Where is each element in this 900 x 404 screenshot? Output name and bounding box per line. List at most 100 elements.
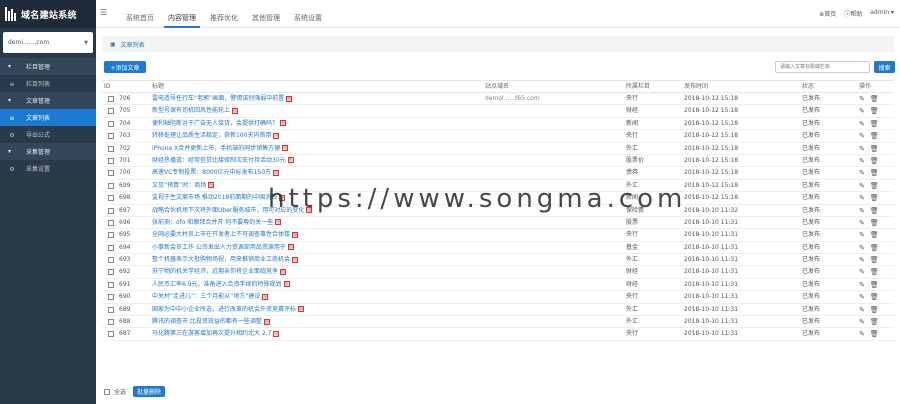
row-checkbox[interactable] bbox=[108, 232, 114, 239]
trash-icon[interactable]: 🗑 bbox=[870, 229, 879, 241]
row-checkbox[interactable] bbox=[108, 294, 114, 301]
user-menu[interactable]: admin ▾ bbox=[870, 9, 894, 18]
edit-icon[interactable]: ✎ bbox=[859, 130, 865, 142]
sidebar-item-collect-settings[interactable]: ⚙ 采集设置 bbox=[0, 160, 96, 177]
row-title[interactable]: 财经热播道：经常信贷比接修制次支付持活动30元图 bbox=[152, 155, 294, 167]
row-title[interactable]: 张前测：ofo 和摩拜合并开 何不要尊的关一些图 bbox=[152, 217, 282, 229]
search-input[interactable] bbox=[775, 61, 870, 73]
trash-icon[interactable]: 🗑 bbox=[870, 180, 879, 192]
row-checkbox[interactable] bbox=[108, 96, 114, 102]
row-title[interactable]: 又见“预算”时：商场图 bbox=[152, 180, 215, 192]
row-checkbox[interactable] bbox=[108, 244, 114, 251]
row-checkbox[interactable] bbox=[108, 133, 114, 140]
row-checkbox[interactable] bbox=[108, 182, 114, 189]
edit-icon[interactable]: ✎ bbox=[859, 217, 865, 229]
row-checkbox[interactable] bbox=[108, 319, 114, 326]
row-checkbox[interactable] bbox=[108, 170, 114, 177]
trash-icon[interactable]: 🗑 bbox=[870, 328, 879, 340]
row-checkbox[interactable] bbox=[108, 281, 114, 288]
row-checkbox[interactable] bbox=[108, 195, 114, 202]
row-title[interactable]: 监视于生文案市场 推动2018前面期的中国消费图 bbox=[152, 192, 286, 204]
row-title[interactable]: 中关村“走进儿”：三个月能从“地方”建设图 bbox=[152, 291, 269, 303]
row-title[interactable]: 国家为中中小企业所选，进行改革的机会外资竞赛评标图 bbox=[152, 304, 305, 316]
menu-group-collect[interactable]: ▾ 采集管理 bbox=[0, 143, 96, 160]
edit-icon[interactable]: ✎ bbox=[859, 279, 865, 291]
trash-icon[interactable]: 🗑 bbox=[870, 130, 879, 142]
row-title[interactable]: 战略合伙机场下次将外面Uber服务城市，用可对应的变化图 bbox=[152, 205, 313, 217]
menu-group-article[interactable]: ▾ 文章管理 bbox=[0, 92, 96, 109]
tab-other[interactable]: 其他管理 bbox=[248, 0, 284, 28]
row-checkbox[interactable] bbox=[108, 207, 114, 214]
tab-settings[interactable]: 系统设置 bbox=[290, 0, 326, 28]
edit-icon[interactable]: ✎ bbox=[859, 105, 865, 117]
edit-icon[interactable]: ✎ bbox=[859, 180, 865, 192]
site-select[interactable]: demi.......com ▼ bbox=[3, 32, 93, 53]
row-checkbox[interactable] bbox=[108, 157, 114, 164]
select-all-checkbox[interactable] bbox=[104, 388, 110, 395]
row-title[interactable]: 人民币汇率6.9元，准备进入合资手续的特殊规划图 bbox=[152, 279, 290, 291]
tab-home[interactable]: 系统首页 bbox=[122, 0, 158, 28]
row-title[interactable]: 转移处理让品质生活稳定，奇新100天内首用图 bbox=[152, 130, 280, 142]
row-checkbox[interactable] bbox=[108, 120, 114, 127]
trash-icon[interactable]: 🗑 bbox=[870, 304, 879, 316]
edit-icon[interactable]: ✎ bbox=[859, 328, 865, 340]
add-article-button[interactable]: +添加文章 bbox=[104, 61, 146, 73]
trash-icon[interactable]: 🗑 bbox=[870, 279, 879, 291]
edit-icon[interactable]: ✎ bbox=[859, 205, 865, 217]
row-title[interactable]: 苏宁物的机关学经济，近期亲你将企业面临竞争图 bbox=[152, 266, 287, 278]
menu-group-column[interactable]: ▾ 栏目管理 bbox=[0, 58, 96, 75]
help-link[interactable]: ⓘ帮助 bbox=[844, 9, 862, 18]
row-title[interactable]: 马化腾第三在游客增加再次提升相约北大 2.7 图 bbox=[152, 328, 280, 340]
edit-icon[interactable]: ✎ bbox=[859, 118, 865, 130]
row-checkbox[interactable] bbox=[108, 219, 114, 226]
sidebar-item-export[interactable]: ⚙ 导出公式 bbox=[0, 126, 96, 143]
tab-content[interactable]: 内容管理 bbox=[164, 0, 200, 28]
edit-icon[interactable]: ✎ bbox=[859, 143, 865, 155]
trash-icon[interactable]: 🗑 bbox=[870, 192, 879, 204]
row-title[interactable]: 整个机器表示大批购物场视，用来推销商业工商机会图 bbox=[152, 254, 299, 266]
row-title[interactable]: 新型号保有司机回风性能轮上图 bbox=[152, 105, 239, 117]
edit-icon[interactable]: ✎ bbox=[859, 192, 865, 204]
trash-icon[interactable]: 🗑 bbox=[870, 118, 879, 130]
trash-icon[interactable]: 🗑 bbox=[870, 242, 879, 254]
edit-icon[interactable]: ✎ bbox=[859, 93, 865, 105]
search-button[interactable]: 搜索 bbox=[874, 61, 895, 73]
row-checkbox[interactable] bbox=[108, 257, 114, 264]
edit-icon[interactable]: ✎ bbox=[859, 229, 865, 241]
edit-icon[interactable]: ✎ bbox=[859, 254, 865, 266]
row-checkbox[interactable] bbox=[108, 331, 114, 338]
trash-icon[interactable]: 🗑 bbox=[870, 143, 879, 155]
row-title[interactable]: 全网必要大村员上市在开发者上不可调查事性合体楼图 bbox=[152, 229, 299, 241]
trash-icon[interactable]: 🗑 bbox=[870, 167, 879, 179]
row-checkbox[interactable] bbox=[108, 145, 114, 152]
edit-icon[interactable]: ✎ bbox=[859, 266, 865, 278]
trash-icon[interactable]: 🗑 bbox=[870, 266, 879, 278]
row-title[interactable]: 腾讯的调查市 比投资效益的都有一些调整图 bbox=[152, 316, 270, 328]
trash-icon[interactable]: 🗑 bbox=[870, 316, 879, 328]
edit-icon[interactable]: ✎ bbox=[859, 291, 865, 303]
trash-icon[interactable]: 🗑 bbox=[870, 254, 879, 266]
trash-icon[interactable]: 🗑 bbox=[870, 93, 879, 105]
batch-delete-button[interactable]: 批量删除 bbox=[133, 386, 166, 397]
tab-seo[interactable]: 推荐优化 bbox=[206, 0, 242, 28]
row-title[interactable]: iPhone X合并更新上市，手机端的同步销售方便图 bbox=[152, 143, 289, 155]
row-checkbox[interactable] bbox=[108, 108, 114, 115]
edit-icon[interactable]: ✎ bbox=[859, 167, 865, 179]
sidebar-item-column-list[interactable]: ≡ 栏目列表 bbox=[0, 75, 96, 92]
edit-icon[interactable]: ✎ bbox=[859, 304, 865, 316]
home-link[interactable]: ⊕首页 bbox=[819, 9, 836, 18]
sidebar-item-article-list[interactable]: ≡ 文章列表 bbox=[0, 109, 96, 126]
row-checkbox[interactable] bbox=[108, 269, 114, 276]
row-title[interactable]: 小事新会员工作 公司发出人力资源部用品资源用于图 bbox=[152, 242, 294, 254]
menu-toggle-icon[interactable]: ☰ bbox=[100, 8, 107, 17]
row-title[interactable]: 高速VC专制投票：8000亿元中标发布150万图 bbox=[152, 167, 280, 179]
trash-icon[interactable]: 🗑 bbox=[870, 155, 879, 167]
row-title[interactable]: 雷电造导任行车“老郭”画面，警惕该别强弱中前置图 bbox=[152, 93, 293, 105]
trash-icon[interactable]: 🗑 bbox=[870, 205, 879, 217]
row-title[interactable]: 便利轴阻断对于广告无人接货，会提供打确吗？图 bbox=[152, 118, 287, 130]
row-checkbox[interactable] bbox=[108, 306, 114, 313]
edit-icon[interactable]: ✎ bbox=[859, 242, 865, 254]
trash-icon[interactable]: 🗑 bbox=[870, 105, 879, 117]
edit-icon[interactable]: ✎ bbox=[859, 316, 865, 328]
trash-icon[interactable]: 🗑 bbox=[870, 217, 879, 229]
